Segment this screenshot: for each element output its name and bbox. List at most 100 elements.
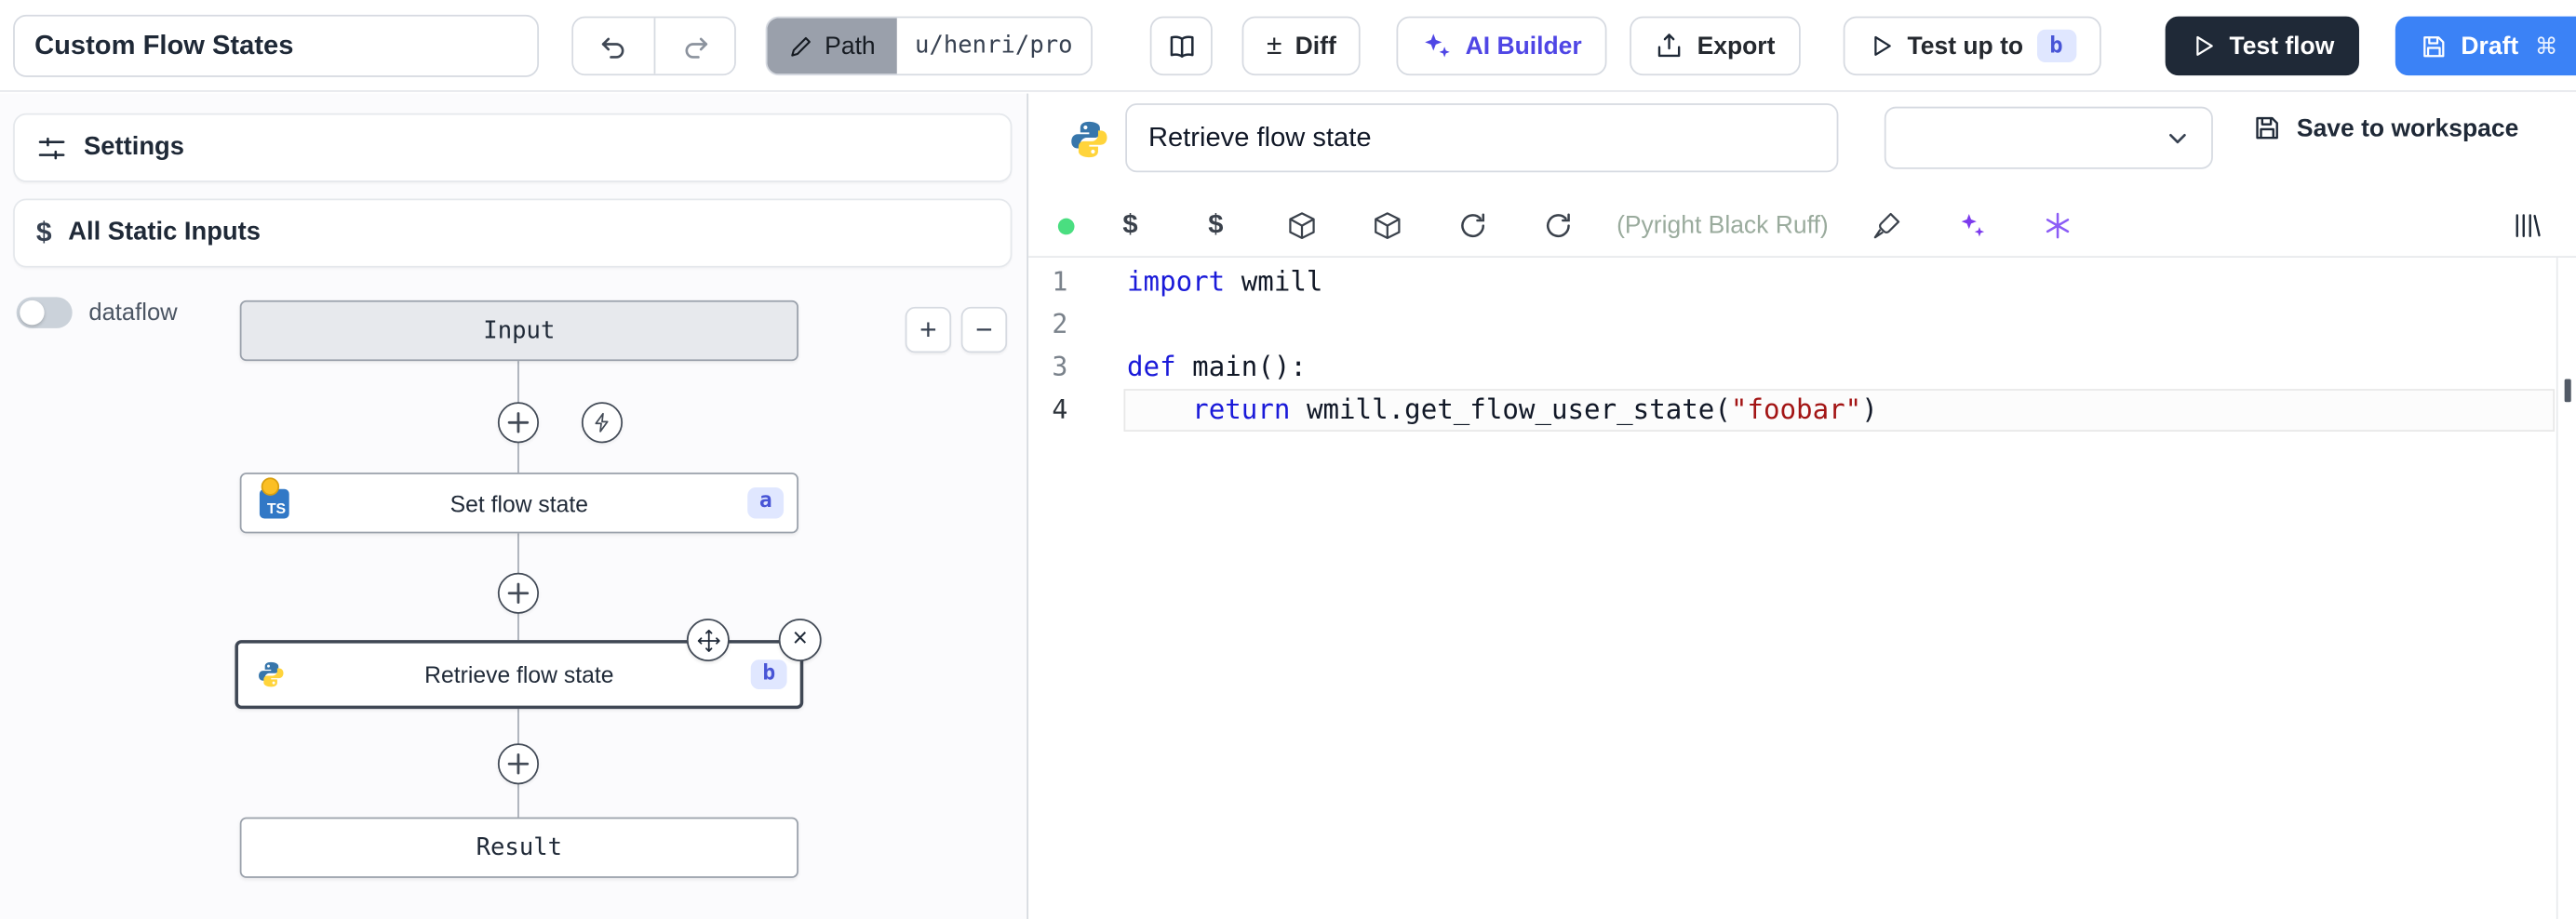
save-to-workspace-label: Save to workspace xyxy=(2297,114,2518,142)
export-icon xyxy=(1655,32,1684,61)
undo-button[interactable] xyxy=(573,18,654,73)
assets-panel-button[interactable] xyxy=(2510,210,2542,242)
dataflow-toggle[interactable] xyxy=(17,297,73,328)
insert-step-button[interactable] xyxy=(498,743,539,784)
dollar-icon: $ xyxy=(1208,210,1223,242)
result-node-label: Result xyxy=(476,834,562,860)
shortcut-hint: ⌘ xyxy=(2535,32,2558,60)
test-up-to-label: Test up to xyxy=(1908,32,2024,60)
path-value: u/henri/pro xyxy=(897,18,1091,73)
sparkles-icon xyxy=(1421,31,1453,62)
input-node[interactable]: Input xyxy=(240,300,798,361)
export-label: Export xyxy=(1697,32,1776,60)
docs-button[interactable] xyxy=(1150,17,1213,76)
typescript-icon: TS xyxy=(260,488,289,518)
test-up-to-button[interactable]: Test up to b xyxy=(1844,17,2101,76)
env-vars-button[interactable]: $ xyxy=(1114,210,1147,242)
ai-builder-label: AI Builder xyxy=(1466,32,1582,60)
play-icon xyxy=(2190,33,2216,59)
save-to-workspace-button[interactable]: Save to workspace xyxy=(2252,113,2518,143)
ai-assist-button[interactable] xyxy=(1956,210,1989,242)
save-icon xyxy=(2252,113,2282,143)
line-numbers: 1234 xyxy=(1028,261,1094,432)
test-flow-button[interactable]: Test flow xyxy=(2166,17,2359,76)
reload-button[interactable] xyxy=(1456,210,1488,242)
delete-step-button[interactable]: × xyxy=(779,619,822,661)
trigger-button[interactable] xyxy=(582,402,623,443)
refresh-icon xyxy=(1456,210,1488,242)
code-editor[interactable]: 1234 import wmilldef main(): return wmil… xyxy=(1028,256,2576,919)
code-assistants-label: (Pyright Black Ruff) xyxy=(1617,212,1829,240)
path-chip: Path xyxy=(767,18,896,73)
editor-toolbar: $ $ (Pyright Black Ruff) xyxy=(1028,195,2576,256)
path-label: Path xyxy=(825,32,875,60)
test-flow-label: Test flow xyxy=(2230,32,2335,60)
package-icon-button[interactable] xyxy=(1284,210,1317,242)
draft-button[interactable]: Draft ⌘ xyxy=(2395,17,2576,76)
save-icon xyxy=(2420,32,2448,60)
dollar-icon: $ xyxy=(36,217,52,249)
remove-branch-button[interactable]: − xyxy=(961,307,1007,353)
snowflake-icon-button[interactable] xyxy=(2042,210,2074,242)
chevron-down-icon xyxy=(2164,124,2192,152)
step-title-input[interactable] xyxy=(1125,103,1838,172)
sliders-icon xyxy=(36,132,68,164)
all-static-inputs-label: All Static Inputs xyxy=(68,219,261,248)
package-icon-button[interactable] xyxy=(1370,210,1402,242)
step-node-set-flow-state[interactable]: TS Set flow state a xyxy=(240,473,798,533)
step-label: Set flow state xyxy=(450,490,588,516)
paintbrush-icon xyxy=(1872,210,1903,242)
dataflow-label: dataflow xyxy=(88,300,177,326)
redo-button[interactable] xyxy=(654,18,735,73)
flow-graph-panel: Settings $ All Static Inputs dataflow In… xyxy=(0,94,1026,919)
settings-label: Settings xyxy=(84,133,184,163)
export-button[interactable]: Export xyxy=(1630,17,1800,76)
step-id-badge: a xyxy=(748,488,785,518)
result-node[interactable]: Result xyxy=(240,818,798,878)
settings-button[interactable]: Settings xyxy=(13,113,1012,182)
input-node-label: Input xyxy=(483,317,555,343)
overview-ruler-mark xyxy=(2565,380,2571,403)
topbar: Path u/henri/pro ± Diff AI Builder Expor… xyxy=(0,0,2576,92)
test-up-to-step-badge: b xyxy=(2036,29,2076,63)
editor-scrollbar[interactable] xyxy=(2556,258,2558,919)
plus-icon xyxy=(507,753,529,775)
language-select[interactable] xyxy=(1885,107,2213,169)
package-icon xyxy=(1371,210,1402,242)
resources-button[interactable]: $ xyxy=(1200,210,1232,242)
all-static-inputs-button[interactable]: $ All Static Inputs xyxy=(13,198,1012,267)
magic-wand-icon xyxy=(1957,210,1989,242)
close-icon: × xyxy=(792,625,807,655)
python-icon xyxy=(1067,118,1110,161)
reload-button[interactable] xyxy=(1541,210,1574,242)
book-icon xyxy=(1165,31,1197,62)
plus-icon xyxy=(507,412,529,433)
move-icon xyxy=(696,628,720,652)
redo-icon xyxy=(679,31,711,62)
diff-label: Diff xyxy=(1295,32,1336,60)
ts-emoji-dot xyxy=(262,477,279,495)
move-step-button[interactable] xyxy=(687,619,730,661)
ai-builder-button[interactable]: AI Builder xyxy=(1397,17,1607,76)
undo-icon xyxy=(598,31,630,62)
format-button[interactable] xyxy=(1872,210,1904,242)
code-lines: import wmilldef main(): return wmill.get… xyxy=(1127,261,2553,432)
lsp-status-dot xyxy=(1058,218,1075,234)
asterisk-icon xyxy=(2043,210,2074,242)
step-id-badge: b xyxy=(751,659,787,689)
dollar-icon: $ xyxy=(1122,210,1137,242)
flow-name-input[interactable] xyxy=(13,15,539,77)
step-label: Retrieve flow state xyxy=(424,661,613,687)
diff-button[interactable]: ± Diff xyxy=(1242,17,1362,76)
add-branch-button[interactable]: + xyxy=(906,307,951,353)
play-icon xyxy=(1868,33,1894,59)
insert-step-button[interactable] xyxy=(498,402,539,443)
minus-icon: − xyxy=(975,313,993,347)
path-button[interactable]: Path u/henri/pro xyxy=(766,17,1093,76)
insert-step-button[interactable] xyxy=(498,573,539,614)
refresh-icon xyxy=(1542,210,1574,242)
toggle-knob xyxy=(20,300,44,325)
windmill-flow-editor: Path u/henri/pro ± Diff AI Builder Expor… xyxy=(0,0,2576,919)
library-icon xyxy=(2511,210,2542,242)
dataflow-toggle-row: dataflow xyxy=(17,297,178,328)
